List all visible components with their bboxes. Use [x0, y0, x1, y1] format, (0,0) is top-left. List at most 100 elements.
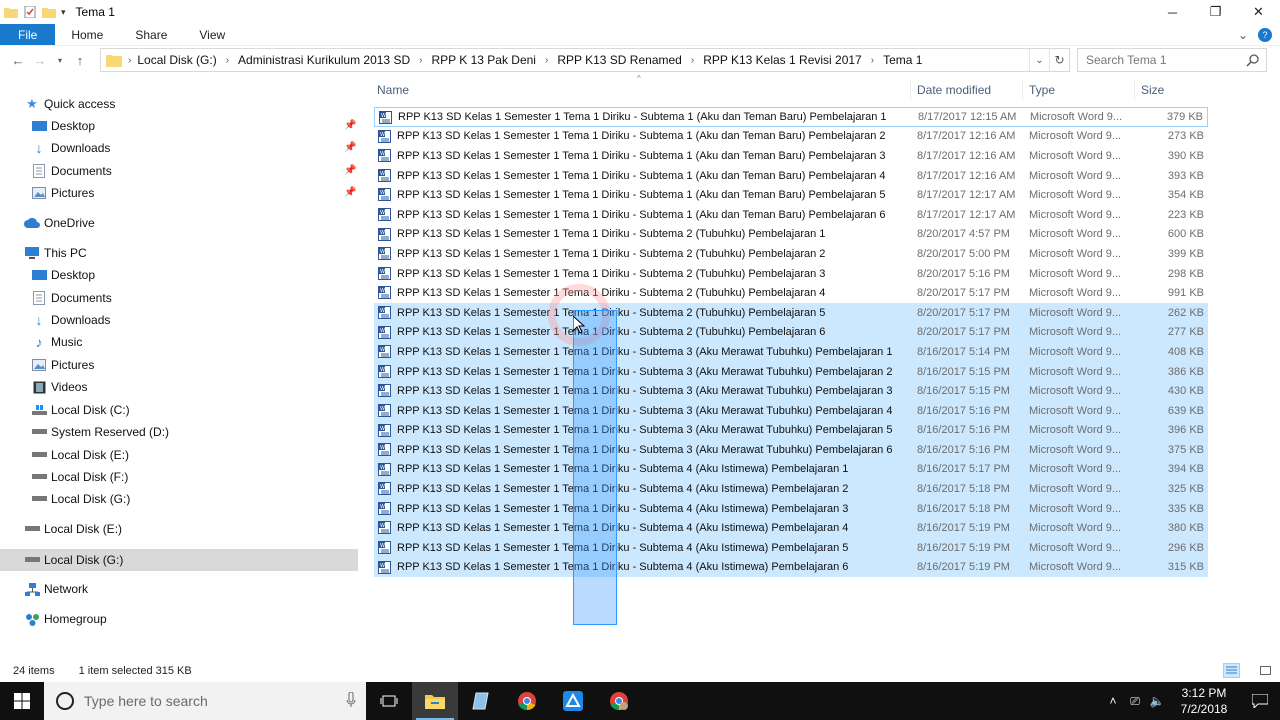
volume-icon[interactable]: 🔈	[1146, 694, 1168, 708]
file-row[interactable]: W RPP K13 SD Kelas 1 Semester 1 Tema 1 Di…	[374, 498, 1208, 519]
file-row[interactable]: W RPP K13 SD Kelas 1 Semester 1 Tema 1 Di…	[374, 479, 1208, 499]
file-row[interactable]: W RPP K13 SD Kelas 1 Semester 1 Tema 1 Di…	[374, 283, 1208, 303]
file-row[interactable]: W RPP K13 SD Kelas 1 Semester 1 Tema 1 Di…	[374, 557, 1208, 578]
refresh-icon[interactable]: ↻	[1049, 49, 1069, 71]
nav-quick-desktop[interactable]: Desktop	[31, 115, 95, 137]
pin-icon[interactable]: 📌	[344, 165, 356, 176]
nav-this-pc[interactable]: This PC	[24, 242, 87, 264]
nav-pc-videos[interactable]: Videos	[31, 376, 87, 398]
nav-quick-access[interactable]: ★ Quick access	[24, 93, 115, 115]
nav-onedrive[interactable]: OneDrive	[24, 212, 95, 234]
file-row[interactable]: W RPP K13 SD Kelas 1 Semester 1 Tema 1 Di…	[374, 146, 1208, 166]
file-row[interactable]: W RPP K13 SD Kelas 1 Semester 1 Tema 1 Di…	[374, 342, 1208, 362]
nav-pc-downloads[interactable]: ↓ Downloads	[31, 309, 111, 331]
address-bar[interactable]: › Local Disk (G:) › Administrasi Kurikul…	[100, 48, 1070, 72]
chevron-right-icon[interactable]: ›	[128, 55, 131, 66]
up-arrow-icon[interactable]: ↑	[69, 53, 91, 68]
nav-quick-documents[interactable]: Documents	[31, 160, 112, 182]
nav-pc-drive-f[interactable]: Local Disk (F:)	[31, 466, 128, 488]
file-row[interactable]: W RPP K13 SD Kelas 1 Semester 1 Tema 1 Di…	[374, 107, 1208, 127]
nav-homegroup[interactable]: Homegroup	[24, 608, 107, 630]
nav-quick-downloads[interactable]: ↓ Downloads	[31, 137, 111, 159]
nav-quick-pictures[interactable]: Pictures	[31, 182, 94, 204]
microphone-icon[interactable]	[346, 692, 356, 708]
nav-drive-g-selected[interactable]: Local Disk (G:)	[0, 549, 358, 571]
column-header-name[interactable]: Name	[377, 83, 409, 97]
task-view-button[interactable]	[366, 682, 412, 720]
file-row[interactable]: W RPP K13 SD Kelas 1 Semester 1 Tema 1 Di…	[374, 322, 1208, 343]
nav-pc-desktop[interactable]: Desktop	[31, 264, 95, 286]
large-icons-view-icon[interactable]	[1257, 663, 1274, 678]
nav-pc-pictures[interactable]: Pictures	[31, 354, 94, 376]
close-button[interactable]: ✕	[1237, 0, 1280, 24]
nav-pc-drive-e[interactable]: Local Disk (E:)	[31, 444, 129, 466]
file-row[interactable]: W RPP K13 SD Kelas 1 Semester 1 Tema 1 Di…	[374, 302, 1208, 323]
tab-file[interactable]: File	[0, 24, 56, 45]
file-row[interactable]: W RPP K13 SD Kelas 1 Semester 1 Tema 1 Di…	[374, 244, 1208, 264]
file-row[interactable]: W RPP K13 SD Kelas 1 Semester 1 Tema 1 Di…	[374, 381, 1208, 401]
nav-pc-drive-d[interactable]: System Reserved (D:)	[31, 421, 169, 443]
pin-icon[interactable]: 📌	[344, 120, 356, 131]
file-row[interactable]: W RPP K13 SD Kelas 1 Semester 1 Tema 1 Di…	[374, 264, 1208, 284]
pin-icon[interactable]: 📌	[344, 187, 356, 198]
file-row[interactable]: W RPP K13 SD Kelas 1 Semester 1 Tema 1 Di…	[374, 127, 1208, 147]
chevron-up-icon[interactable]: ˄	[1102, 694, 1124, 708]
search-input[interactable]: Search Tema 1	[1086, 53, 1167, 67]
search-box[interactable]: Search Tema 1	[1077, 48, 1267, 72]
taskbar-search[interactable]: Type here to search	[44, 682, 366, 720]
file-row[interactable]: W RPP K13 SD Kelas 1 Semester 1 Tema 1 Di…	[374, 440, 1208, 460]
nav-network[interactable]: Network	[24, 578, 88, 600]
start-button[interactable]	[0, 682, 44, 720]
taskbar-app-blue[interactable]	[550, 682, 596, 720]
chevron-right-icon[interactable]: ›	[691, 55, 694, 66]
tab-share[interactable]: Share	[119, 24, 183, 45]
chevron-right-icon[interactable]: ›	[419, 55, 422, 66]
network-icon[interactable]: ⎚	[1124, 694, 1146, 709]
nav-pc-music[interactable]: ♪ Music	[31, 331, 83, 353]
details-view-icon[interactable]	[1223, 663, 1240, 678]
taskbar-file-explorer[interactable]	[412, 682, 458, 720]
tab-view[interactable]: View	[183, 24, 241, 45]
column-header-date[interactable]: Date modified	[917, 83, 991, 97]
taskbar-chrome-profile[interactable]	[596, 682, 642, 720]
breadcrumb-item[interactable]: RPP K13 Kelas 1 Revisi 2017	[703, 53, 862, 67]
file-row[interactable]: W RPP K13 SD Kelas 1 Semester 1 Tema 1 Di…	[374, 361, 1208, 382]
forward-arrow-icon[interactable]: →	[29, 53, 51, 68]
file-row[interactable]: W RPP K13 SD Kelas 1 Semester 1 Tema 1 Di…	[374, 420, 1208, 441]
customize-toolbar-icon[interactable]: ▾	[61, 7, 66, 18]
column-divider[interactable]	[1022, 80, 1023, 100]
column-divider[interactable]	[1134, 80, 1135, 100]
nav-pc-drive-g[interactable]: Local Disk (G:)	[31, 488, 130, 510]
file-row[interactable]: W RPP K13 SD Kelas 1 Semester 1 Tema 1 Di…	[374, 538, 1208, 558]
file-row[interactable]: W RPP K13 SD Kelas 1 Semester 1 Tema 1 Di…	[374, 225, 1208, 245]
file-row[interactable]: W RPP K13 SD Kelas 1 Semester 1 Tema 1 Di…	[374, 400, 1208, 421]
column-header-size[interactable]: Size	[1141, 83, 1164, 97]
chevron-down-icon[interactable]: ⌄	[1029, 49, 1049, 71]
nav-pc-documents[interactable]: Documents	[31, 287, 112, 309]
breadcrumb-item[interactable]: Local Disk (G:)	[137, 53, 216, 67]
breadcrumb-item[interactable]: Tema 1	[883, 53, 922, 67]
action-center-button[interactable]	[1240, 694, 1280, 708]
nav-drive-e[interactable]: Local Disk (E:)	[24, 518, 122, 540]
taskbar-chrome[interactable]	[504, 682, 550, 720]
back-arrow-icon[interactable]: ←	[7, 53, 29, 68]
file-row[interactable]: W RPP K13 SD Kelas 1 Semester 1 Tema 1 Di…	[374, 166, 1208, 186]
breadcrumb-item[interactable]: RPP K 13 Pak Deni	[431, 53, 536, 67]
restore-button[interactable]: ❐	[1194, 0, 1237, 24]
file-row[interactable]: W RPP K13 SD Kelas 1 Semester 1 Tema 1 Di…	[374, 205, 1208, 225]
file-row[interactable]: W RPP K13 SD Kelas 1 Semester 1 Tema 1 Di…	[374, 459, 1208, 480]
taskbar-notepad[interactable]	[458, 682, 504, 720]
column-divider[interactable]	[910, 80, 911, 100]
properties-icon[interactable]	[23, 6, 37, 18]
expand-ribbon-icon[interactable]: ⌄	[1238, 28, 1248, 42]
chevron-right-icon[interactable]: ›	[226, 55, 229, 66]
file-row[interactable]: W RPP K13 SD Kelas 1 Semester 1 Tema 1 Di…	[374, 185, 1208, 205]
pin-icon[interactable]: 📌	[344, 142, 356, 153]
breadcrumb-item[interactable]: Administrasi Kurikulum 2013 SD	[238, 53, 410, 67]
tab-home[interactable]: Home	[55, 24, 119, 45]
clock[interactable]: 3:12 PM 7/2/2018	[1168, 685, 1240, 717]
new-folder-icon[interactable]	[42, 6, 56, 18]
file-row[interactable]: W RPP K13 SD Kelas 1 Semester 1 Tema 1 Di…	[374, 518, 1208, 539]
chevron-right-icon[interactable]: ›	[545, 55, 548, 66]
column-header-type[interactable]: Type	[1029, 83, 1055, 97]
